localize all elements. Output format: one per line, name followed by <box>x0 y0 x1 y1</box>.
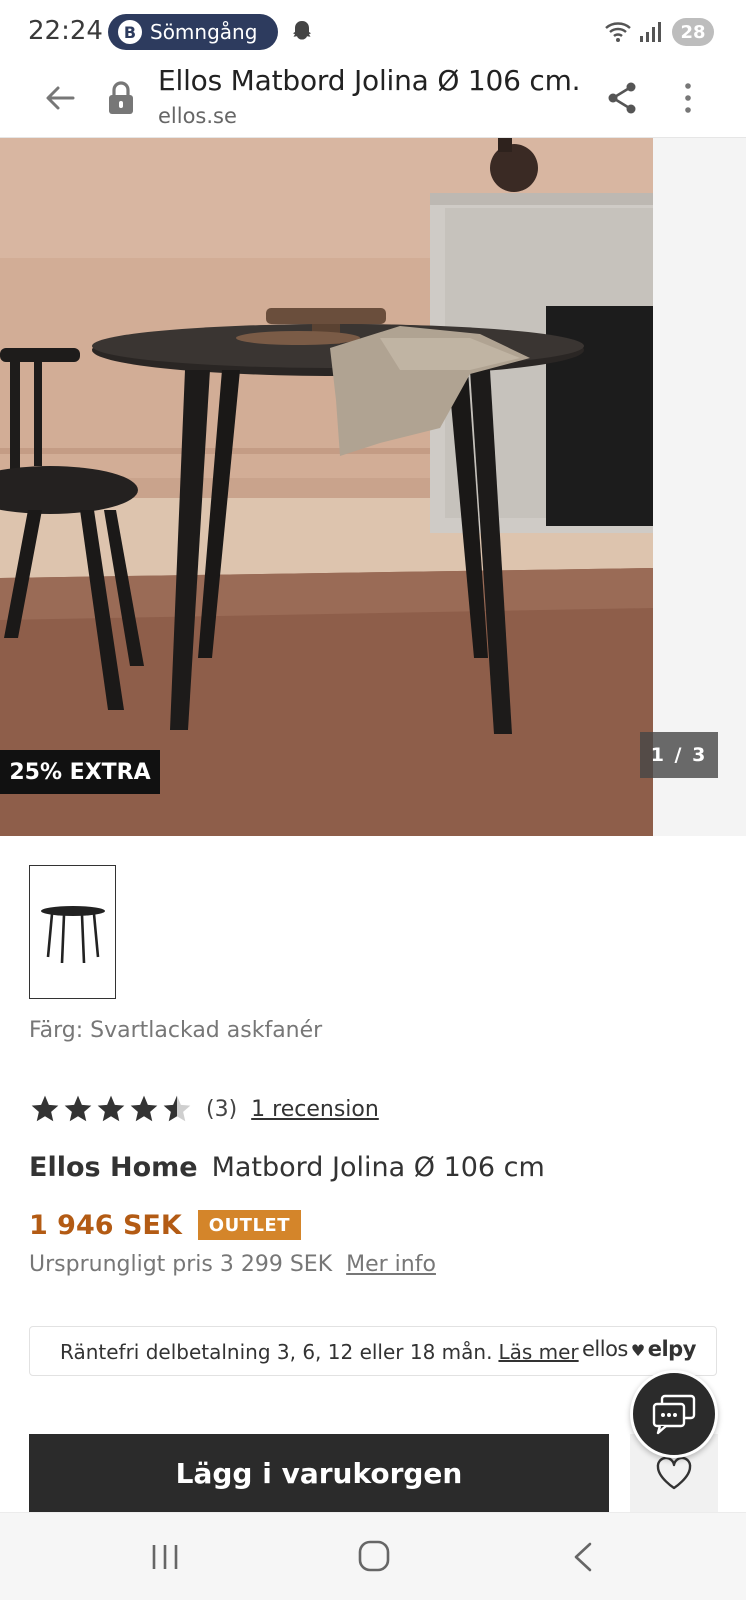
table-thumbnail-image <box>40 906 105 964</box>
wifi-icon <box>605 22 631 42</box>
rating-stars[interactable] <box>29 1093 194 1125</box>
installment-description: Räntefri delbetalning 3, 6, 12 eller 18 … <box>60 1340 493 1364</box>
image-counter: 1 / 3 <box>640 732 718 778</box>
heart-icon: ♥ <box>630 1341 645 1360</box>
more-info-link[interactable]: Mer info <box>346 1252 436 1277</box>
recent-apps-icon[interactable] <box>148 1539 182 1575</box>
star-icon <box>64 1095 92 1122</box>
battery-icon: 28 <box>672 18 714 46</box>
back-arrow-icon <box>46 86 75 110</box>
home-icon[interactable] <box>356 1537 392 1575</box>
more-options-button[interactable] <box>668 76 708 120</box>
discount-badge: 25% EXTRA <box>0 750 160 794</box>
original-price-row: Ursprungligt pris 3 299 SEK Mer info <box>29 1252 436 1277</box>
notification-app-icon: B <box>118 20 142 44</box>
star-icon <box>130 1095 158 1122</box>
share-button[interactable] <box>602 76 642 120</box>
star-icon <box>31 1095 59 1122</box>
product-price: 1 946 SEK <box>29 1209 182 1241</box>
rating-row: (3) 1 recension <box>29 1090 379 1128</box>
notification-pill-text: Sömngång <box>150 20 258 44</box>
read-more-link[interactable]: Läs mer <box>498 1340 578 1364</box>
heart-outline-icon <box>656 1456 692 1490</box>
chat-button[interactable] <box>630 1370 718 1458</box>
color-label: Färg: Svartlackad askfanér <box>29 1018 323 1043</box>
snapchat-ghost-icon <box>293 21 311 40</box>
original-price: Ursprungligt pris 3 299 SEK <box>29 1252 333 1277</box>
notification-pill[interactable]: B Sömngång <box>108 14 278 50</box>
address-url[interactable]: ellos.se <box>158 104 237 128</box>
more-vert-icon <box>685 83 691 113</box>
chat-icon <box>652 1394 696 1435</box>
product-image-gallery[interactable]: 25% EXTRA 1 / 3 <box>0 138 746 836</box>
signal-icon <box>640 22 661 42</box>
status-bar: 22:24 B Sömngång 28 <box>0 0 746 62</box>
half-star-icon <box>163 1095 191 1122</box>
browser-toolbar: Ellos Matbord Jolina Ø 106 cm... ellos.s… <box>0 62 746 138</box>
ellos-elpy-logo: ellos ♥ elpy <box>582 1337 696 1361</box>
star-icon <box>97 1095 125 1122</box>
product-brand[interactable]: Ellos Home <box>29 1152 198 1183</box>
share-icon <box>608 82 636 114</box>
installment-banner: Räntefri delbetalning 3, 6, 12 eller 18 … <box>29 1326 717 1376</box>
lock-icon <box>109 81 133 114</box>
back-button[interactable] <box>38 76 82 120</box>
rating-count: (3) <box>206 1096 238 1122</box>
system-navigation-bar <box>0 1512 746 1600</box>
product-title: Ellos Home Matbord Jolina Ø 106 cm <box>29 1152 545 1183</box>
installment-text: Räntefri delbetalning 3, 6, 12 eller 18 … <box>60 1340 579 1364</box>
reviews-link[interactable]: 1 recension <box>251 1097 379 1122</box>
outlet-badge: OUTLET <box>197 1210 302 1240</box>
back-icon[interactable] <box>568 1539 598 1575</box>
battery-level: 28 <box>680 21 706 43</box>
page-title[interactable]: Ellos Matbord Jolina Ø 106 cm... <box>158 64 578 97</box>
add-to-cart-button[interactable]: Lägg i varukorgen <box>29 1434 609 1512</box>
elpy-logo-text: elpy <box>647 1337 697 1361</box>
status-time: 22:24 <box>28 16 103 46</box>
ellos-logo-text: ellos <box>582 1337 628 1361</box>
color-variant-thumbnail[interactable] <box>29 865 116 999</box>
site-security-button[interactable] <box>104 76 138 120</box>
product-name: Matbord Jolina Ø 106 cm <box>211 1152 545 1183</box>
price-row: 1 946 SEK OUTLET <box>29 1208 302 1242</box>
product-photo[interactable] <box>0 138 653 836</box>
